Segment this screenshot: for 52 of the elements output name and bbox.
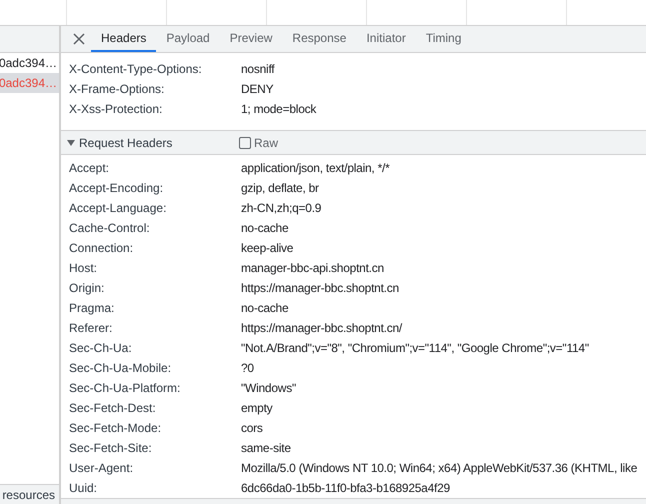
header-value: https://manager-bbc.shoptnt.cn	[241, 280, 399, 297]
raw-checkbox[interactable]	[239, 136, 251, 148]
resources-summary: resources	[0, 484, 59, 504]
header-value: cors	[241, 420, 263, 437]
header-value: Mozilla/5.0 (Windows NT 10.0; Win64; x64) AppleWebKit/537.36 (KHTML, like	[241, 460, 638, 477]
header-value: ?0	[241, 360, 254, 377]
header-name: Cache-Control:	[69, 220, 151, 237]
header-name: Accept-Language:	[69, 200, 168, 217]
header-value: no-cache	[241, 300, 288, 317]
header-name: Sec-Ch-Ua-Platform:	[69, 380, 182, 397]
header-name: Host:	[69, 260, 98, 277]
header-name: X-Xss-Protection:	[69, 101, 164, 118]
header-name: Sec-Fetch-Site:	[69, 440, 153, 457]
header-value: 6dc66da0-1b5b-11f0-bfa3-b168925a4f29	[241, 480, 450, 497]
header-value: gzip, deflate, br	[241, 180, 319, 197]
header-value: https://manager-bbc.shoptnt.cn/	[241, 320, 402, 337]
header-name: Sec-Ch-Ua:	[69, 340, 133, 357]
header-name: X-Content-Type-Options:	[69, 61, 203, 78]
header-value: no-cache	[241, 220, 288, 237]
expand-triangle-icon[interactable]	[67, 138, 75, 146]
tab[interactable]: Response	[282, 26, 356, 52]
header-name: Origin:	[69, 280, 106, 297]
header-value: "Not.A/Brand";v="8", "Chromium";v="114", "Google Chrome";v="114"	[241, 340, 589, 357]
header-value: manager-bbc-api.shoptnt.cn	[241, 260, 384, 277]
header-name: Referer:	[69, 320, 114, 337]
tab[interactable]: Payload	[156, 26, 220, 52]
tab[interactable]: Headers	[91, 26, 156, 52]
tab[interactable]: Initiator	[356, 26, 416, 52]
header-name: Sec-Fetch-Dest:	[69, 400, 157, 417]
header-value: zh-CN,zh;q=0.9	[241, 200, 322, 217]
header-value: application/json, text/plain, */*	[241, 160, 390, 177]
header-name: Uuid:	[69, 480, 98, 497]
tab[interactable]: Timing	[416, 26, 472, 52]
header-name: Sec-Fetch-Mode:	[69, 420, 162, 437]
tab[interactable]: Preview	[220, 26, 282, 52]
header-name: X-Frame-Options:	[69, 81, 166, 98]
header-value: same-site	[241, 440, 291, 457]
header-name: Accept-Encoding:	[69, 180, 164, 197]
header-value: 1; mode=block	[241, 101, 316, 118]
header-name: Accept:	[69, 160, 110, 177]
raw-label: Raw	[254, 134, 278, 152]
header-name: Sec-Ch-Ua-Mobile:	[69, 360, 172, 377]
header-value: nosniff	[241, 61, 274, 78]
header-value: DENY	[241, 81, 274, 98]
header-name: User-Agent:	[69, 460, 134, 477]
section-title: Request Headers	[79, 134, 174, 152]
header-name: Connection:	[69, 240, 134, 257]
header-value: keep-alive	[241, 240, 294, 257]
section-header[interactable]: Request Headers Raw	[61, 130, 646, 155]
header-value: empty	[241, 400, 272, 417]
header-value: "Windows"	[241, 380, 296, 397]
header-name: Pragma:	[69, 300, 116, 317]
